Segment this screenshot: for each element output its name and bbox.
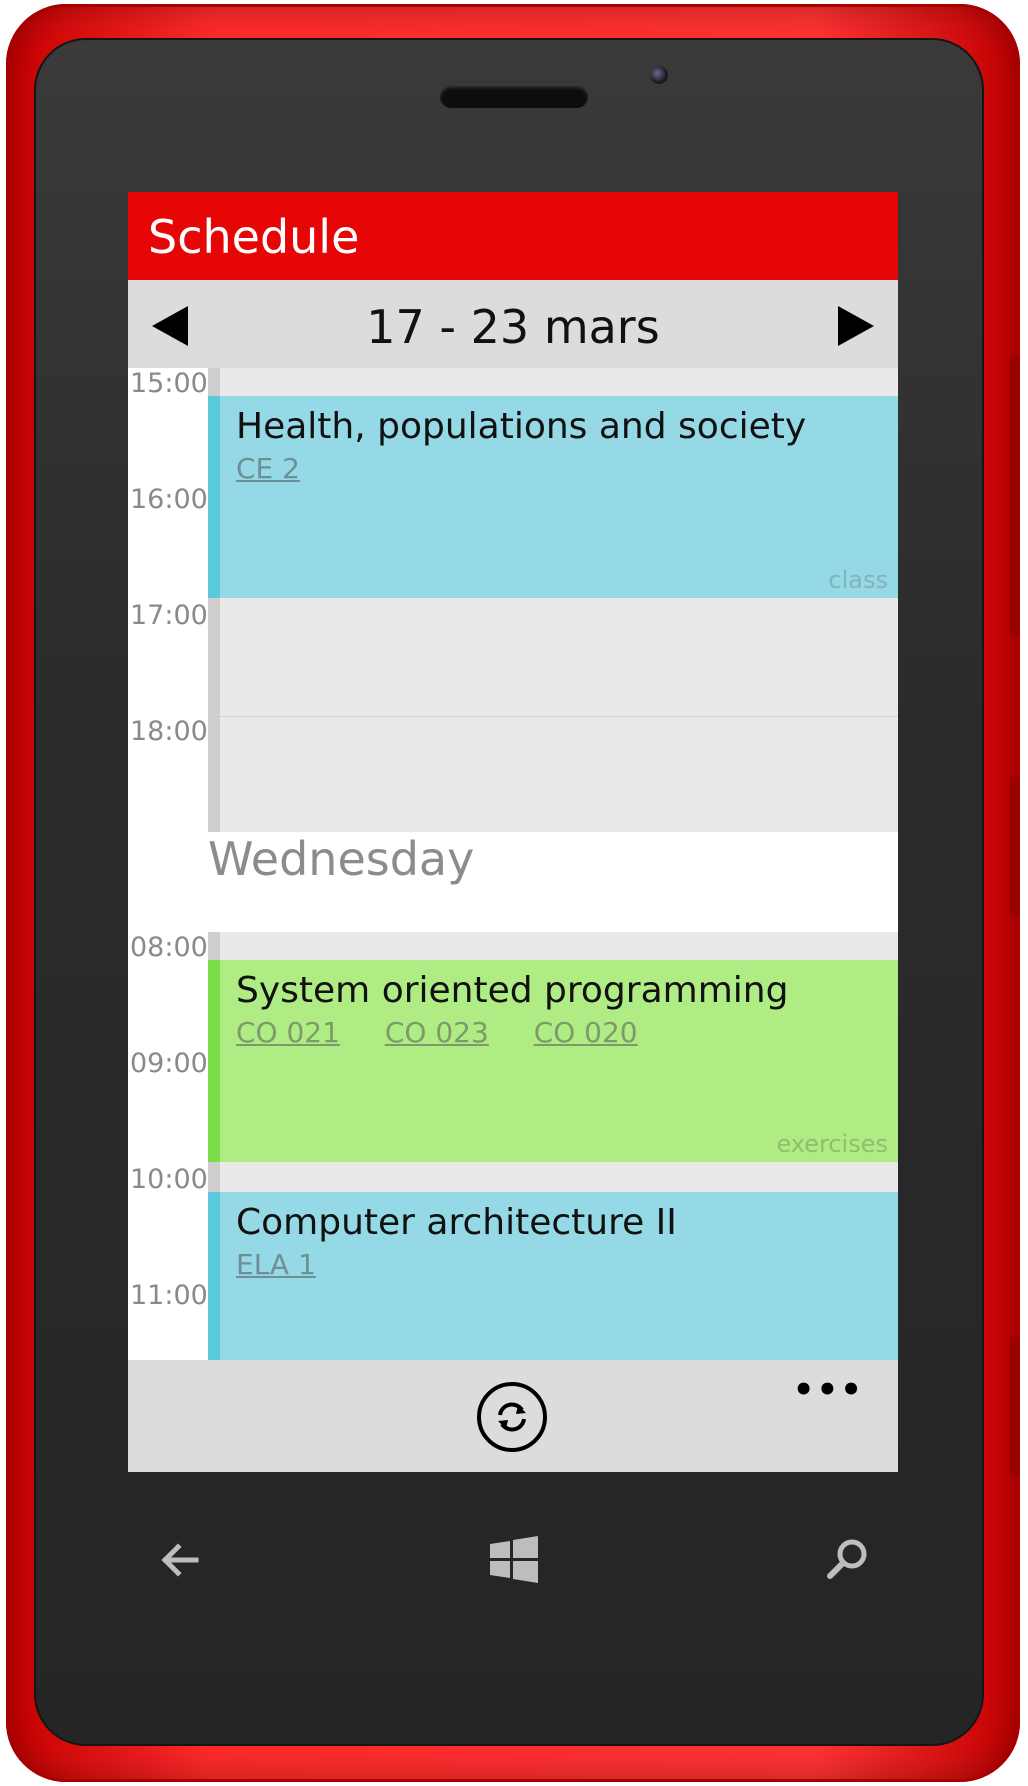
week-range: 17 - 23 mars: [366, 300, 660, 354]
hour-divider: [220, 716, 898, 717]
time-label: 11:00: [130, 1280, 208, 1311]
day-track: System oriented programming CO 021 CO 02…: [208, 932, 898, 1360]
camera-button[interactable]: [1010, 1336, 1020, 1476]
time-label: 15:00: [130, 368, 208, 399]
sync-button[interactable]: [477, 1382, 547, 1452]
week-navigator: 17 - 23 mars: [128, 280, 898, 368]
event-type: class: [828, 566, 888, 594]
time-label: 09:00: [130, 1048, 208, 1079]
room-link[interactable]: ELA 1: [236, 1248, 316, 1281]
sync-icon: [498, 1402, 526, 1432]
time-label: 18:00: [130, 716, 208, 747]
event-title: System oriented programming: [236, 970, 789, 1011]
back-arrow-icon[interactable]: [150, 1530, 210, 1590]
time-label: 08:00: [130, 932, 208, 963]
day-track: Health, populations and society CE 2 cla…: [208, 368, 898, 832]
app-screen: Schedule 17 - 23 mars 15:00 16:00 17:00 …: [128, 192, 898, 1472]
event-rooms: CO 021 CO 023 CO 020: [236, 1016, 674, 1049]
power-button[interactable]: [1010, 776, 1020, 916]
app-bar: •••: [128, 1360, 898, 1472]
title-bar: Schedule: [128, 192, 898, 280]
page-title: Schedule: [148, 210, 360, 264]
event-title: Health, populations and society: [236, 406, 807, 447]
search-icon[interactable]: [818, 1530, 878, 1590]
room-link[interactable]: CO 023: [385, 1016, 489, 1049]
event-color-stripe: [208, 396, 220, 598]
event-color-stripe: [208, 1192, 220, 1360]
event-title: Computer architecture II: [236, 1202, 677, 1243]
room-link[interactable]: CO 020: [534, 1016, 638, 1049]
time-label: 17:00: [130, 600, 208, 631]
time-label: 16:00: [130, 484, 208, 515]
event-card[interactable]: Computer architecture II ELA 1: [208, 1192, 898, 1360]
event-rooms: ELA 1: [236, 1248, 352, 1281]
earpiece-speaker: [440, 86, 588, 108]
time-column: 15:00 16:00 17:00 18:00: [128, 368, 208, 828]
volume-button[interactable]: [1010, 356, 1020, 636]
event-card[interactable]: System oriented programming CO 021 CO 02…: [208, 960, 898, 1162]
room-link[interactable]: CO 021: [236, 1016, 340, 1049]
event-card[interactable]: Health, populations and society CE 2 cla…: [208, 396, 898, 598]
windows-logo-icon[interactable]: [484, 1530, 544, 1590]
event-type: exercises: [776, 1130, 888, 1158]
event-color-stripe: [208, 960, 220, 1162]
day-heading: Wednesday: [208, 832, 475, 886]
time-label: 10:00: [130, 1164, 208, 1195]
more-options-button[interactable]: •••: [793, 1370, 864, 1410]
event-rooms: CE 2: [236, 452, 336, 485]
time-column: 08:00 09:00 10:00 11:00: [128, 932, 208, 1362]
room-link[interactable]: CE 2: [236, 452, 300, 485]
front-camera: [650, 66, 668, 84]
next-week-icon[interactable]: [838, 306, 874, 346]
